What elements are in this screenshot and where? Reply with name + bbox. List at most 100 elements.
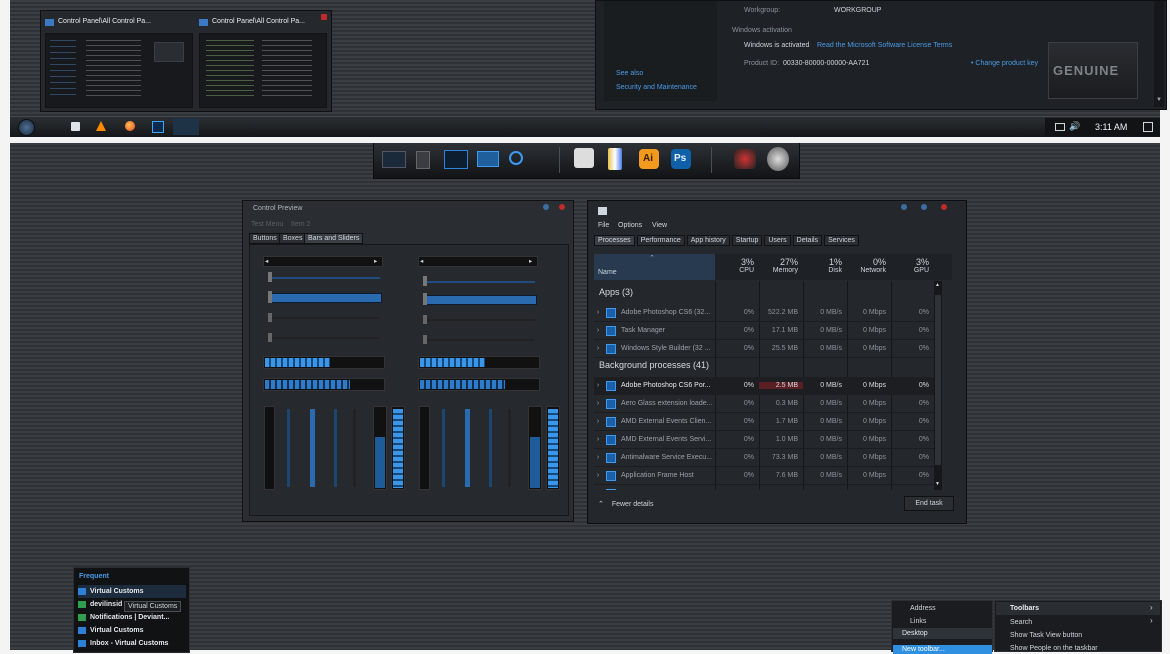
menu-item-address[interactable]: Address [910,605,936,612]
menu-item-2[interactable]: Item 2 [291,221,310,228]
close-icon[interactable] [321,14,327,20]
expand-arrow-icon[interactable]: › [594,382,602,389]
h-scrollbar-left[interactable]: ◂ ▸ [263,256,383,267]
process-row[interactable]: › Adobe Photoshop CS6 (32... 0% 522.2 MB 0 M… [594,304,934,322]
menu-item-people[interactable]: Show People on the taskbar [1010,645,1098,652]
menu-file[interactable]: File [598,222,609,229]
volume-icon[interactable]: 🔊 [1069,121,1080,132]
tab-services[interactable]: Services [824,235,859,246]
scroll-right-arrow-icon[interactable]: ▸ [374,257,377,265]
tab-buttons[interactable]: Buttons [249,233,281,244]
scroll-down-arrow-icon[interactable]: ▼ [935,481,940,487]
slider-left-4[interactable] [268,337,380,339]
paint-brushes-icon[interactable] [608,148,622,170]
scroll-down-arrow-icon[interactable]: ▼ [1156,97,1162,103]
slider-right-1[interactable] [423,281,535,283]
v-slider-3[interactable] [334,409,337,487]
firefox-icon[interactable] [125,121,135,131]
community-icon[interactable] [767,147,789,171]
illustrator-icon[interactable]: Ai [639,149,659,169]
scroll-up-arrow-icon[interactable]: ▲ [935,282,940,288]
vertical-scrollbar[interactable] [264,406,275,490]
v-slider-1[interactable] [287,409,290,487]
maximize-button[interactable] [921,204,927,210]
expand-arrow-icon[interactable]: › [594,309,602,316]
expand-arrow-icon[interactable]: › [594,436,602,443]
expand-arrow-icon[interactable]: › [594,472,602,479]
scroll-left-arrow-icon[interactable]: ◂ [420,257,423,265]
process-row[interactable]: › AMD External Events Servi... 0% 1.0 MB 0 M… [594,431,934,449]
expand-arrow-icon[interactable]: › [594,327,602,334]
menu-view[interactable]: View [652,222,667,229]
slider-right-4[interactable] [423,339,535,341]
column-memory[interactable]: 27% Memory [759,254,803,280]
menu-item-desktop[interactable]: Desktop [893,628,992,639]
process-row[interactable]: › Task Manager 0% 17.1 MB 0 MB/s 0 Mbps 0% [594,322,934,340]
license-terms-link[interactable]: Read the Microsoft Software License Term… [817,42,952,49]
jumplist-item[interactable]: Inbox - Virtual Customs [78,637,186,650]
slider-right-2[interactable] [423,295,537,305]
tab-users[interactable]: Users [764,235,791,246]
monitor-icon[interactable] [382,151,406,168]
v-slider-5[interactable] [442,409,445,487]
change-product-key-link[interactable]: • Change product key [971,60,1038,67]
slider-right-3[interactable] [423,319,535,321]
expand-arrow-icon[interactable]: › [594,400,602,407]
slider-thumb[interactable] [268,291,272,303]
system-scrollbar[interactable]: ▼ [1154,1,1164,107]
v-slider-2[interactable] [310,409,315,487]
store-icon[interactable] [71,122,80,131]
slider-thumb[interactable] [268,272,272,282]
process-row[interactable]: › Windows Style Builder (32 ... 0% 25.5 MB 0… [594,340,934,358]
thumbnail-2[interactable]: Control Panel\All Control Pa... [199,14,327,108]
tab-bars-and-sliders[interactable]: Bars and Sliders [304,233,364,244]
recycle-bin-icon[interactable] [416,151,430,169]
column-cpu[interactable]: 3% CPU [716,254,759,280]
settings-icon[interactable] [509,151,523,165]
menu-item-search[interactable]: Search [1010,619,1032,626]
v-slider-8[interactable] [508,409,511,487]
tab-startup[interactable]: Startup [731,235,763,246]
close-button[interactable] [941,204,947,210]
slider-thumb[interactable] [268,333,272,342]
slider-left-3[interactable] [268,317,380,319]
slider-left-2[interactable] [268,293,382,303]
menu-item-links[interactable]: Links [910,618,926,625]
menu-test-menu[interactable]: Test Menu [251,221,283,228]
minimize-button[interactable] [901,204,907,210]
expand-arrow-icon[interactable]: › [594,454,602,461]
process-row[interactable]: ›Cortana (2)0%4.2 MB0 MB/s0 Mbps0% [594,485,934,490]
process-row[interactable]: › Antimalware Service Execu... 0% 73.3 MB 0 … [594,449,934,467]
process-list-scrollbar[interactable]: ▲ ▼ [934,281,942,490]
camera-icon[interactable] [477,151,499,167]
slider-thumb[interactable] [423,276,427,286]
scroll-right-arrow-icon[interactable]: ▸ [529,257,532,265]
slider-thumb[interactable] [423,335,427,344]
process-row[interactable]: › Adobe Photoshop CS6 Por... 0% 2.5 MB 0 MB/… [594,377,934,395]
photoshop-dock-icon[interactable]: Ps [671,149,691,169]
column-network[interactable]: 0% Network [847,254,891,280]
jumplist-item[interactable]: Virtual Customs [78,585,186,598]
thumbnail-1[interactable]: Control Panel\All Control Pa... [45,17,193,108]
expand-arrow-icon[interactable]: › [594,345,602,352]
column-gpu[interactable]: 3% GPU [891,254,934,280]
vlc-icon[interactable] [96,121,106,131]
menu-item-task-view[interactable]: Show Task View button [1010,632,1082,639]
menu-options[interactable]: Options [618,222,642,229]
maximize-button[interactable] [543,204,549,210]
tab-processes[interactable]: Processes [594,235,635,246]
end-task-button[interactable]: End task [904,496,954,511]
column-disk[interactable]: 1% Disk [803,254,847,280]
slider-thumb[interactable] [268,313,272,322]
scroll-left-arrow-icon[interactable]: ◂ [265,257,268,265]
vertical-scrollbar[interactable] [419,406,430,490]
window-style-builder-icon[interactable] [574,148,594,168]
jumplist-item[interactable]: Virtual Customs [78,624,186,637]
clock[interactable]: 3:11 AM [1095,122,1127,132]
security-maintenance-link[interactable]: Security and Maintenance [616,84,697,91]
tab-boxes[interactable]: Boxes [279,233,307,244]
tab-details[interactable]: Details [792,235,823,246]
tab-app-history[interactable]: App history [686,235,730,246]
column-name[interactable]: ⌃ Name [594,254,715,280]
process-row[interactable]: › Aero Glass extension loade... 0% 0.3 MB 0 … [594,395,934,413]
